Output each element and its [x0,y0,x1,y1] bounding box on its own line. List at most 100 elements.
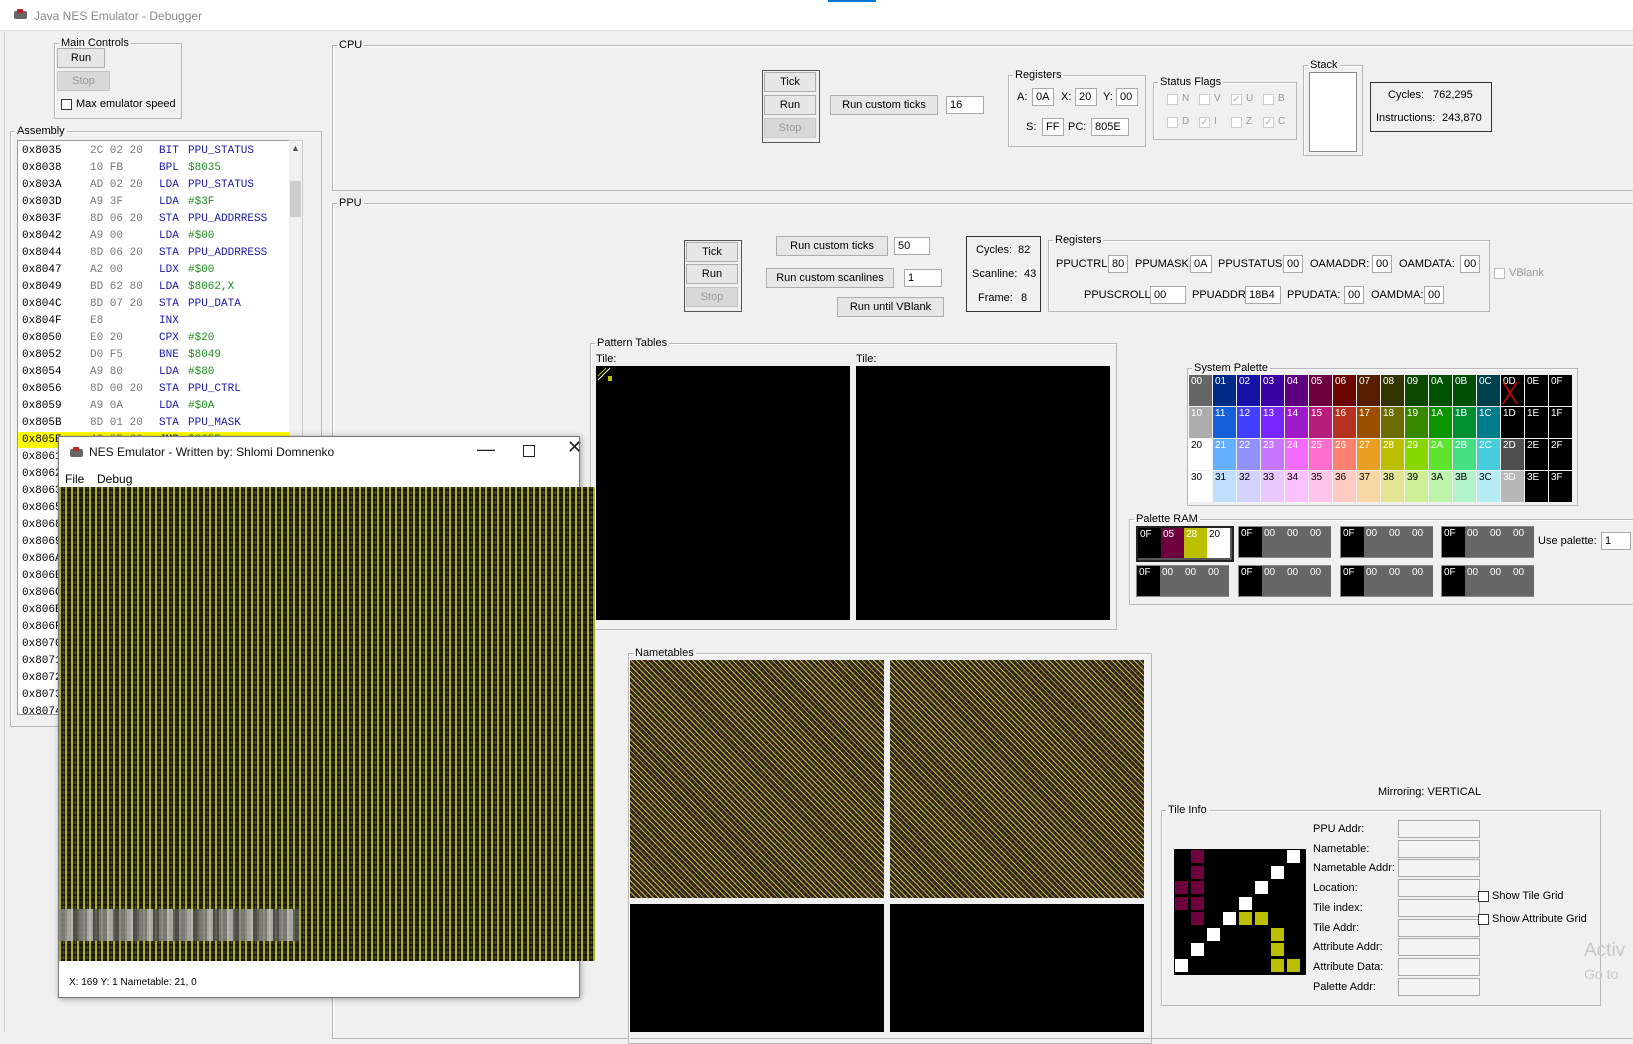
palette-swatch[interactable]: 05 [1309,375,1332,406]
assembly-row[interactable]: 0x8054 A9 80 LDA #$80 [18,364,290,380]
max-speed-checkbox[interactable] [61,99,72,110]
palette-swatch[interactable]: 33 [1261,471,1284,502]
main-stop-button[interactable]: Stop [57,71,110,91]
palette-swatch[interactable]: 1D [1501,407,1524,438]
assembly-row[interactable]: 0x8035 2C 02 20 BIT PPU_STATUS [18,143,290,159]
palette-ram-entry[interactable]: 0F 00 00 00 [1340,565,1433,597]
palette-swatch[interactable]: 03 [1261,375,1284,406]
palette-swatch[interactable]: 31 [1213,471,1236,502]
palette-ram-entry[interactable]: 0F 00 00 00 [1136,565,1229,597]
palette-swatch[interactable]: 3C [1477,471,1500,502]
tile-info-value[interactable] [1398,918,1480,937]
palette-swatch[interactable]: 10 [1189,407,1212,438]
ppu-custom-ticks-input[interactable]: 50 [894,237,930,255]
palette-swatch[interactable]: 24 [1285,439,1308,470]
oamdata-field[interactable]: 00 [1460,255,1480,273]
palette-swatch[interactable]: 2C [1477,439,1500,470]
palette-swatch[interactable]: 1B [1453,407,1476,438]
palette-swatch[interactable]: 0F [1549,375,1572,406]
palette-swatch[interactable]: 2D [1501,439,1524,470]
ppu-custom-scanlines-input[interactable]: 1 [904,269,942,287]
tile-info-value[interactable] [1398,859,1480,878]
palette-ram-entry[interactable]: 0F 00 00 00 [1238,565,1331,597]
assembly-row[interactable]: 0x804C 8D 07 20 STA PPU_DATA [18,296,290,312]
ppu-run-custom-scanlines-button[interactable]: Run custom scanlines [766,268,894,288]
palette-swatch[interactable]: 12 [1237,407,1260,438]
palette-swatch[interactable]: 1A [1429,407,1452,438]
palette-swatch[interactable]: 3E [1525,471,1548,502]
ppu-stop-button[interactable]: Stop [686,287,738,307]
menu-debug[interactable]: Debug [97,472,132,486]
palette-swatch[interactable]: 25 [1309,439,1332,470]
palette-swatch[interactable]: 34 [1285,471,1308,502]
tile-info-value[interactable] [1398,839,1480,858]
palette-swatch[interactable]: 30 [1189,471,1212,502]
palette-swatch[interactable]: 15 [1309,407,1332,438]
reg-pc-field[interactable]: 805E [1091,118,1129,136]
palette-ram-entry[interactable]: 0F 00 00 00 [1238,526,1331,558]
ppustatus-field[interactable]: 00 [1283,255,1303,273]
nametable-3[interactable] [890,904,1144,1032]
pattern-table-left[interactable] [596,366,850,620]
assembly-row[interactable]: 0x8059 A9 0A LDA #$0A [18,398,290,414]
palette-swatch[interactable]: 22 [1237,439,1260,470]
palette-swatch[interactable]: 1E [1525,407,1548,438]
ppumask-field[interactable]: 0A [1190,255,1212,273]
palette-swatch[interactable]: 2F [1549,439,1572,470]
oamaddr-field[interactable]: 00 [1372,255,1392,273]
palette-swatch[interactable]: 02 [1237,375,1260,406]
assembly-row[interactable]: 0x8042 A9 00 LDA #$00 [18,228,290,244]
palette-swatch[interactable]: 04 [1285,375,1308,406]
flag-checkbox[interactable] [1199,94,1210,105]
assembly-row[interactable]: 0x8056 8D 00 20 STA PPU_CTRL [18,381,290,397]
palette-swatch[interactable]: 26 [1333,439,1356,470]
palette-swatch[interactable]: 14 [1285,407,1308,438]
palette-swatch[interactable]: 2A [1429,439,1452,470]
scroll-thumb[interactable] [290,181,301,217]
assembly-row[interactable]: 0x804F E8 INX [18,313,290,329]
flag-checkbox[interactable] [1263,94,1274,105]
palette-ram-entry[interactable]: 0F 00 00 00 [1441,526,1534,558]
ppu-run-button[interactable]: Run [686,264,738,284]
flag-checkbox[interactable]: ✓ [1263,117,1274,128]
palette-swatch[interactable]: 29 [1405,439,1428,470]
ppudata-field[interactable]: 00 [1344,286,1364,304]
show-attribute-grid-checkbox[interactable] [1478,914,1489,925]
flag-checkbox[interactable] [1167,117,1178,128]
assembly-row[interactable]: 0x805B 8D 01 20 STA PPU_MASK [18,415,290,431]
cpu-run-custom-ticks-button[interactable]: Run custom ticks [830,95,938,115]
nametable-0[interactable] [630,660,884,898]
menu-file[interactable]: File [65,472,84,486]
palette-swatch[interactable]: 17 [1357,407,1380,438]
palette-swatch[interactable]: 07 [1357,375,1380,406]
palette-swatch[interactable]: 06 [1333,375,1356,406]
palette-swatch[interactable]: 00 [1189,375,1212,406]
assembly-row[interactable]: 0x8049 BD 62 80 LDA $8062,X [18,279,290,295]
main-run-button[interactable]: Run [57,48,105,68]
palette-ram-entry[interactable]: 0F 05 28 20 [1136,526,1234,562]
palette-swatch[interactable]: 37 [1357,471,1380,502]
assembly-row[interactable]: 0x8038 10 FB BPL $8035 [18,160,290,176]
palette-swatch[interactable]: 23 [1261,439,1284,470]
palette-swatch[interactable]: 32 [1237,471,1260,502]
flag-checkbox[interactable] [1167,94,1178,105]
reg-s-field[interactable]: FF [1042,118,1064,136]
palette-swatch[interactable]: 0B [1453,375,1476,406]
maximize-icon[interactable] [523,445,535,457]
palette-swatch[interactable]: 20 [1189,439,1212,470]
palette-ram-entry[interactable]: 0F 00 00 00 [1340,526,1433,558]
cpu-tick-button[interactable]: Tick [764,72,816,92]
cpu-stop-button[interactable]: Stop [764,118,816,138]
palette-swatch[interactable]: 21 [1213,439,1236,470]
ppu-tick-button[interactable]: Tick [686,242,738,262]
flag-checkbox[interactable] [1231,117,1242,128]
scroll-up-icon[interactable]: ▲ [291,143,300,153]
palette-swatch[interactable]: 18 [1381,407,1404,438]
tile-info-value[interactable] [1398,938,1480,957]
reg-y-field[interactable]: 00 [1116,88,1138,106]
palette-swatch[interactable]: 13 [1261,407,1284,438]
palette-swatch[interactable]: 1C [1477,407,1500,438]
palette-swatch[interactable]: 36 [1333,471,1356,502]
reg-a-field[interactable]: 0A [1032,88,1054,106]
palette-ram-entry[interactable]: 0F 00 00 00 [1441,565,1534,597]
